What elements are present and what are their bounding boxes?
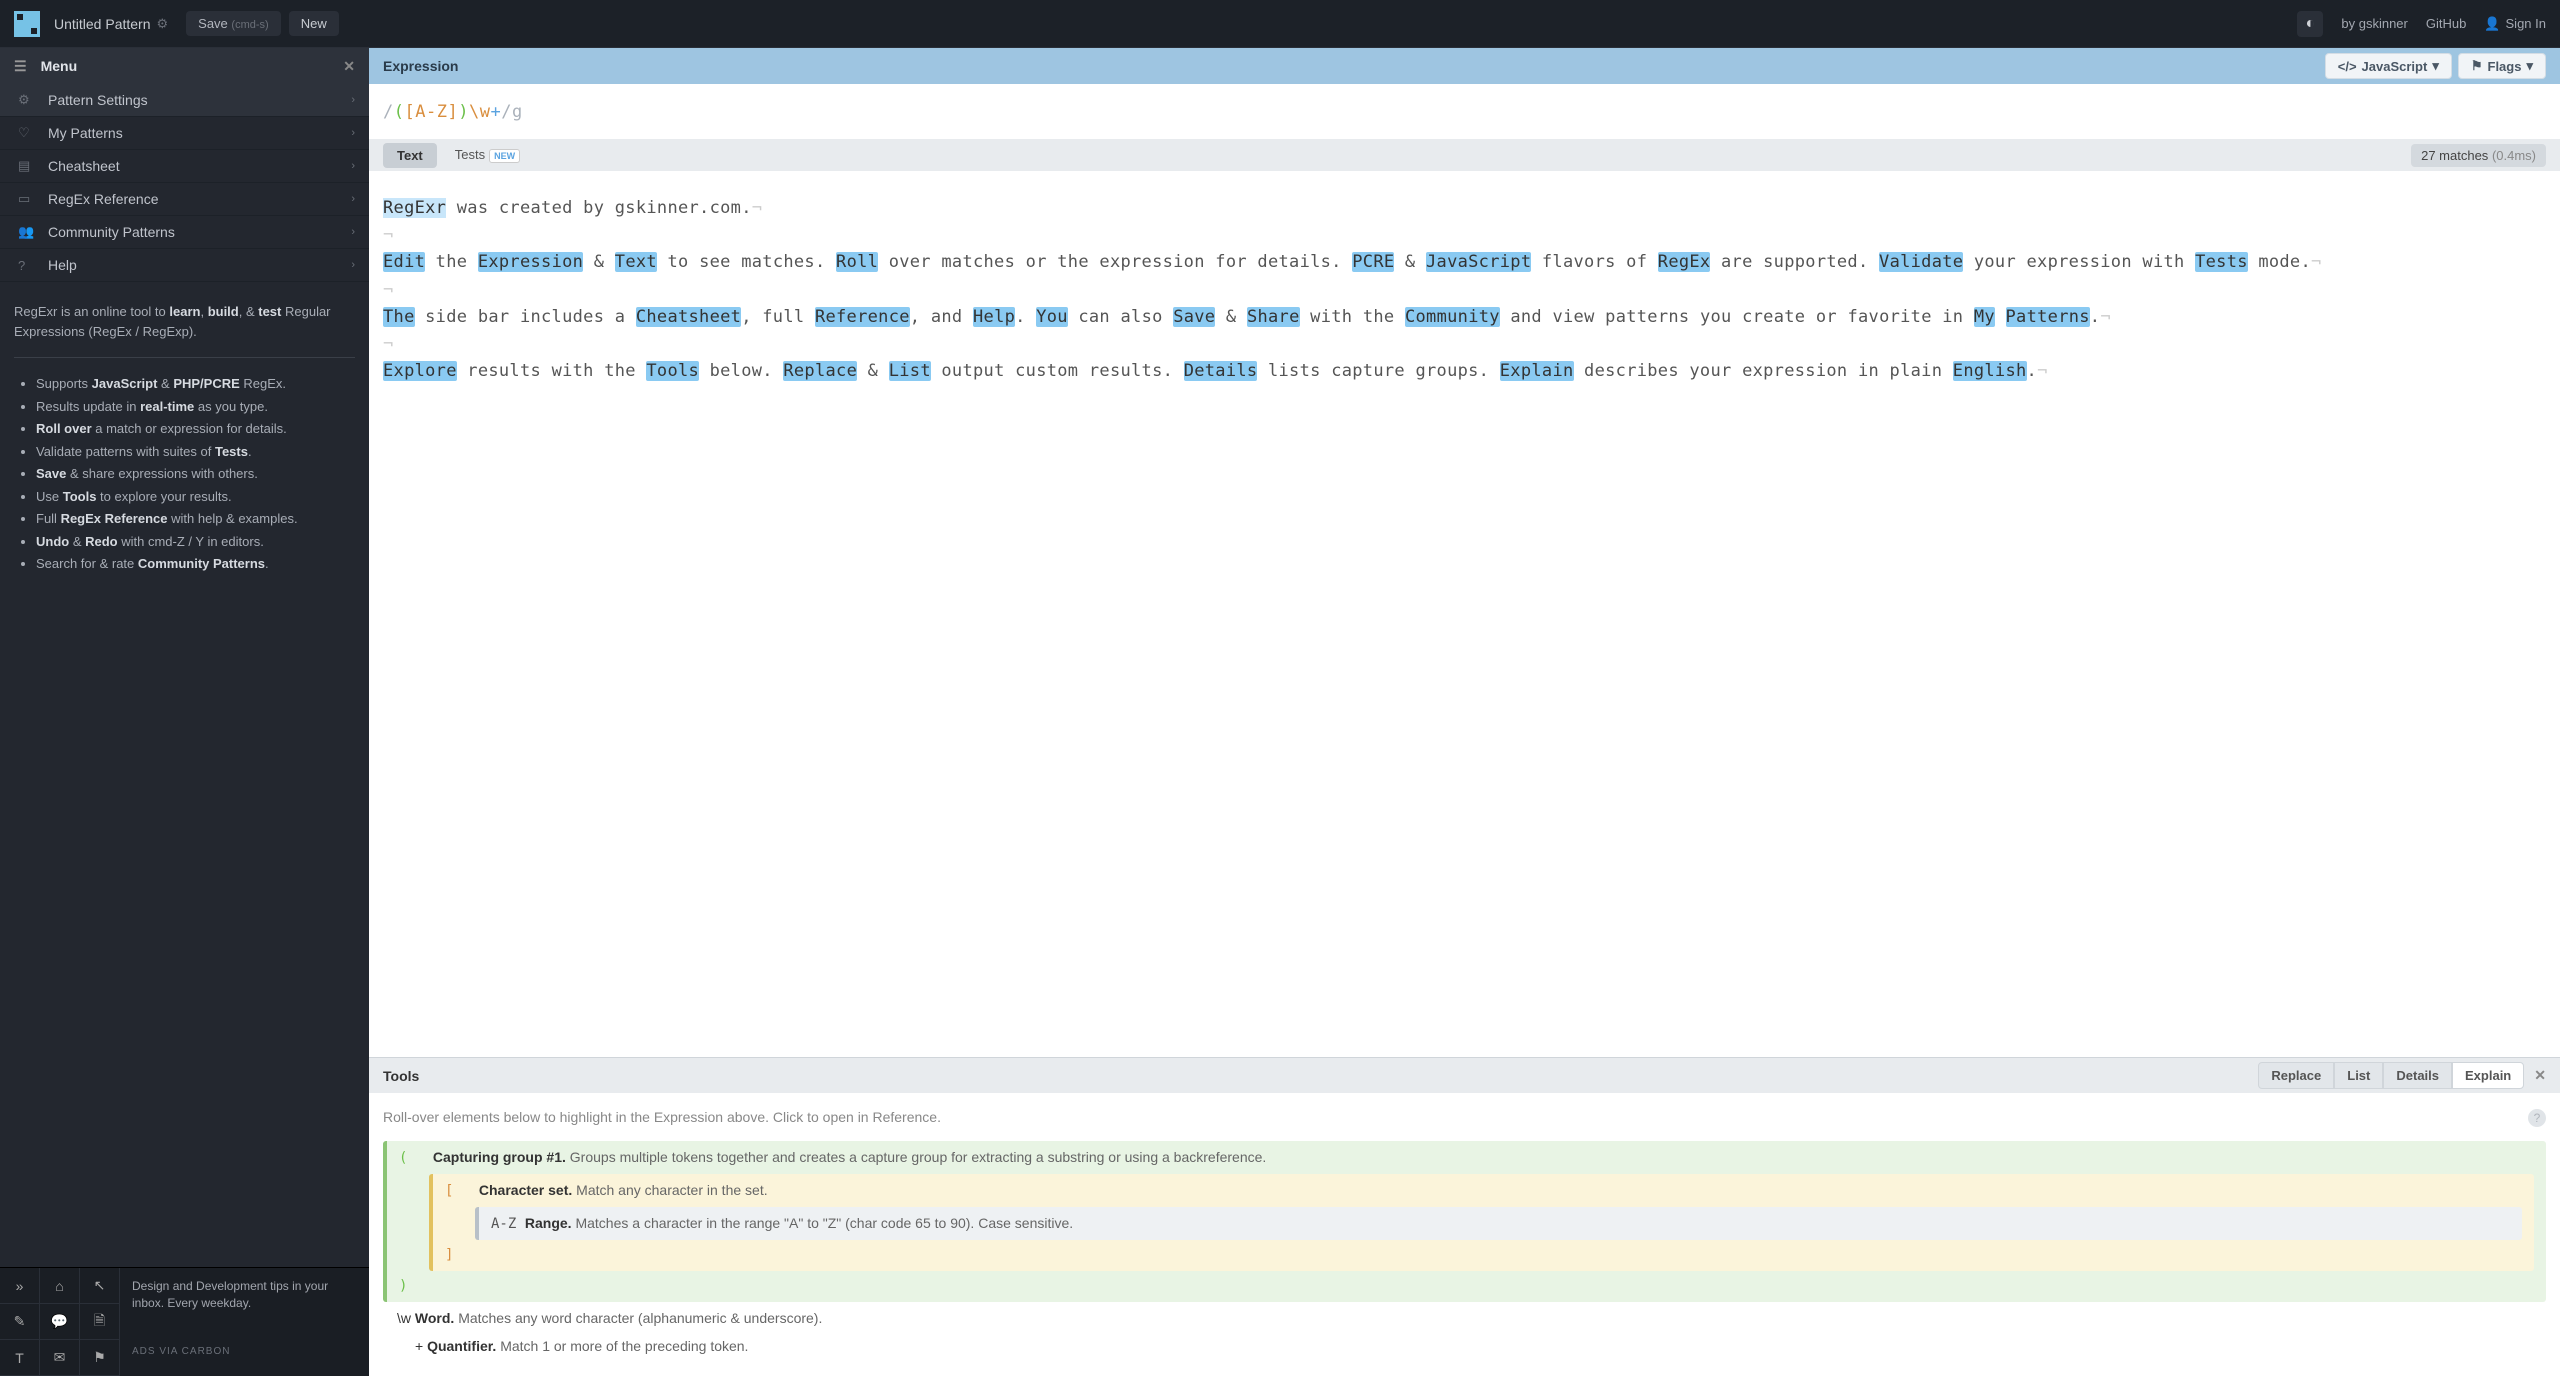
tools-close-icon[interactable]: ✕ (2534, 1067, 2546, 1084)
tab-text[interactable]: Text (383, 143, 437, 168)
sidebar-item-pattern-settings[interactable]: ⚙ Pattern Settings › (0, 84, 369, 117)
content-pane: Expression </> JavaScript ▾ ⚑ Flags ▾ /(… (369, 48, 2560, 1376)
chevron-right-icon: › (351, 193, 355, 205)
sidebar-item-cheatsheet[interactable]: ▤ Cheatsheet › (0, 150, 369, 183)
chevron-down-icon: ▾ (2526, 58, 2533, 74)
text-input[interactable]: RegExr was created by gskinner.com.¬ ¬ E… (369, 171, 2560, 1057)
github-link[interactable]: GitHub (2426, 16, 2466, 31)
tool-tab-replace[interactable]: Replace (2258, 1062, 2334, 1089)
topbar: Untitled Pattern ⚙ Save (cmd-s) New ◐ by… (0, 0, 2560, 48)
chevron-down-icon: ▾ (2432, 58, 2439, 74)
signin-button[interactable]: 👤 Sign In (2484, 16, 2546, 32)
mode-tabs: Text TestsNEW 27 matches (0.4ms) (369, 139, 2560, 171)
text-icon[interactable]: T (0, 1340, 40, 1376)
new-button[interactable]: New (289, 11, 339, 36)
explain-word[interactable]: \w Word. Matches any word character (alp… (383, 1304, 2546, 1332)
help-icon: ? (18, 258, 36, 273)
sidebar-footer: » ⌂ ↖ ✎ 💬 🗎 Design and Development tips … (0, 1267, 369, 1376)
moon-icon: ◐ (2306, 15, 2316, 33)
heart-icon: ♡ (18, 125, 36, 141)
close-icon[interactable]: ✕ (343, 58, 355, 75)
by-line: by gskinner (2341, 16, 2408, 31)
chevron-right-icon: › (351, 127, 355, 139)
chevron-right-icon: › (351, 160, 355, 172)
sidebar-item-community[interactable]: 👥 Community Patterns › (0, 216, 369, 249)
flag-icon: ⚑ (2471, 58, 2483, 74)
flag-icon[interactable]: ⚑ (80, 1340, 120, 1376)
sidebar-description: RegExr is an online tool to learn, build… (0, 282, 369, 1267)
ad-attribution[interactable]: ADS VIA CARBON (120, 1340, 242, 1376)
gear-icon[interactable]: ⚙ (157, 16, 169, 32)
file-icon[interactable]: 🗎 (80, 1304, 120, 1340)
sidebar-item-my-patterns[interactable]: ♡ My Patterns › (0, 117, 369, 150)
match-count: 27 matches (0.4ms) (2411, 144, 2546, 167)
flags-selector[interactable]: ⚑ Flags ▾ (2458, 53, 2546, 79)
people-icon: 👥 (18, 224, 36, 240)
mail-icon[interactable]: ✉ (40, 1340, 80, 1376)
pen-icon[interactable]: ✎ (0, 1304, 40, 1340)
sidebar-item-help[interactable]: ? Help › (0, 249, 369, 282)
gear-icon: ⚙ (18, 92, 36, 108)
tools-hint: Roll-over elements below to highlight in… (383, 1109, 2546, 1125)
pattern-title[interactable]: Untitled Pattern (54, 16, 151, 32)
sidebar: ☰ Menu ✕ ⚙ Pattern Settings › ♡ My Patte… (0, 48, 369, 1376)
save-button[interactable]: Save (cmd-s) (186, 11, 281, 36)
sidebar-item-regex-reference[interactable]: ▭ RegEx Reference › (0, 183, 369, 216)
explain-quantifier[interactable]: + Quantifier. Match 1 or more of the pre… (383, 1332, 2546, 1360)
chevron-right-icon: › (351, 226, 355, 238)
explain-charset-open[interactable]: [ Character set. Match any character in … (429, 1174, 2534, 1271)
tools-header: Tools Replace List Details Explain ✕ (369, 1057, 2560, 1093)
chevron-right-icon: › (351, 94, 355, 106)
expression-header: Expression </> JavaScript ▾ ⚑ Flags ▾ (369, 48, 2560, 84)
cursor-icon[interactable]: ↖ (80, 1268, 120, 1304)
feature-list: Supports JavaScript & PHP/PCRE RegEx. Re… (14, 374, 355, 574)
tools-content: ? Roll-over elements below to highlight … (369, 1093, 2560, 1376)
hamburger-icon[interactable]: ☰ (14, 58, 27, 75)
new-badge: NEW (489, 149, 520, 163)
explain-group-close[interactable]: ) (399, 1278, 429, 1294)
home-icon[interactable]: ⌂ (40, 1268, 80, 1304)
code-icon: </> (2338, 59, 2357, 74)
ad-text[interactable]: Design and Development tips in your inbo… (120, 1268, 369, 1340)
help-icon[interactable]: ? (2528, 1109, 2546, 1127)
expression-input[interactable]: /([A-Z])\w+/g (369, 84, 2560, 139)
chevron-right-icon: › (351, 259, 355, 271)
explain-range[interactable]: A-Z Range. Matches a character in the ra… (475, 1207, 2522, 1240)
expand-icon[interactable]: » (0, 1268, 40, 1304)
flavor-selector[interactable]: </> JavaScript ▾ (2325, 53, 2452, 79)
logo-icon[interactable] (14, 11, 40, 37)
explain-charset-close[interactable]: ] (445, 1247, 475, 1263)
chat-icon[interactable]: 💬 (40, 1304, 80, 1340)
tab-tests[interactable]: TestsNEW (441, 142, 534, 168)
list-icon: ▤ (18, 158, 36, 174)
menu-header: ☰ Menu ✕ (0, 48, 369, 84)
user-icon: 👤 (2484, 16, 2500, 32)
tool-tab-details[interactable]: Details (2383, 1062, 2452, 1089)
tool-tab-explain[interactable]: Explain (2452, 1062, 2524, 1089)
author-link[interactable]: gskinner (2359, 16, 2408, 31)
theme-toggle[interactable]: ◐ (2297, 11, 2323, 37)
book-icon: ▭ (18, 191, 36, 207)
tool-tab-list[interactable]: List (2334, 1062, 2383, 1089)
explain-group-open[interactable]: ( Capturing group #1. Groups multiple to… (383, 1141, 2546, 1302)
